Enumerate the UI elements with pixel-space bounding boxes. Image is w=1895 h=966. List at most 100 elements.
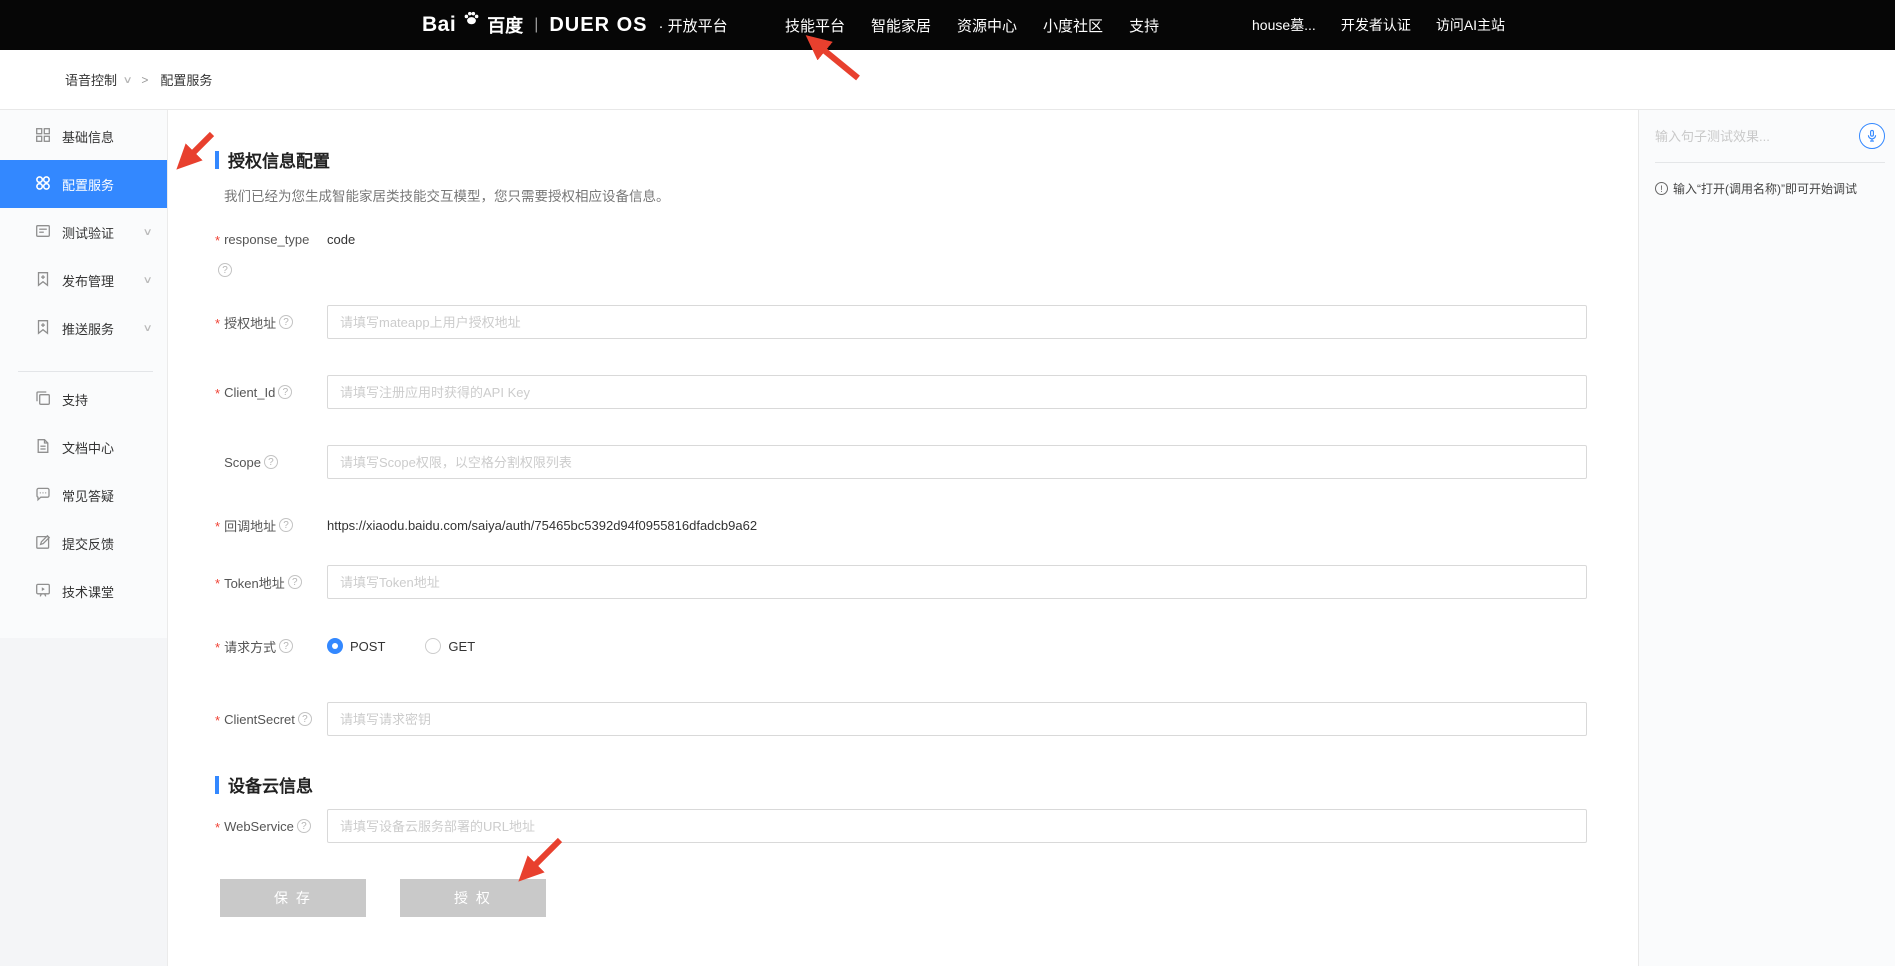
test-panel-divider bbox=[1655, 162, 1885, 163]
field-label: 回调地址 bbox=[224, 516, 276, 535]
token-url-input[interactable] bbox=[327, 565, 1587, 599]
sidebar-link-support[interactable]: 支持 bbox=[0, 375, 167, 423]
webservice-input[interactable] bbox=[327, 809, 1587, 843]
section-description: 我们已经为您生成智能家居类技能交互模型，您只需要授权相应设备信息。 bbox=[224, 185, 1638, 203]
help-icon[interactable]: ? bbox=[218, 263, 232, 277]
document-icon bbox=[35, 438, 51, 457]
sidebar-item-publish-manage[interactable]: 发布管理 ∨ bbox=[0, 256, 167, 304]
sidebar-link-label: 提交反馈 bbox=[62, 534, 114, 553]
breadcrumb-current: 配置服务 bbox=[160, 70, 212, 89]
baidu-dueros-logo[interactable]: Bai 百度 | DUER OS · 开放平台 bbox=[422, 0, 728, 50]
section-device-cloud: 设备云信息 bbox=[215, 772, 1638, 797]
form-row-webservice: * WebService ? bbox=[215, 809, 1638, 843]
sidebar-item-label: 测试验证 bbox=[62, 223, 114, 242]
document-card-icon bbox=[35, 223, 51, 242]
test-panel: ! 输入“打开(调用名称)”即可开始调试 bbox=[1638, 110, 1895, 966]
help-icon[interactable]: ? bbox=[279, 315, 293, 329]
sidebar-item-test-verify[interactable]: 测试验证 ∨ bbox=[0, 208, 167, 256]
scope-input[interactable] bbox=[327, 445, 1587, 479]
required-asterisk: * bbox=[215, 233, 220, 248]
test-hint-text: 输入“打开(调用名称)”即可开始调试 bbox=[1673, 181, 1857, 197]
help-icon[interactable]: ? bbox=[297, 819, 311, 833]
sidebar-link-label: 常见答疑 bbox=[62, 486, 114, 505]
edit-square-icon bbox=[35, 534, 51, 553]
nav-item-xiaodu-community[interactable]: 小度社区 bbox=[1043, 15, 1103, 36]
chat-bubble-icon bbox=[35, 486, 51, 505]
required-asterisk: * bbox=[215, 576, 220, 591]
section-accent-bar bbox=[215, 776, 219, 794]
main-content: 授权信息配置 我们已经为您生成智能家居类技能交互模型，您只需要授权相应设备信息。… bbox=[168, 110, 1638, 966]
sidebar-item-label: 基础信息 bbox=[62, 127, 114, 146]
help-icon[interactable]: ? bbox=[264, 455, 278, 469]
form-row-client-secret: * ClientSecret ? bbox=[215, 702, 1638, 736]
help-icon[interactable]: ? bbox=[279, 639, 293, 653]
developer-cert-link[interactable]: 开发者认证 bbox=[1341, 15, 1411, 35]
sidebar-link-feedback[interactable]: 提交反馈 bbox=[0, 519, 167, 567]
client-id-input[interactable] bbox=[327, 375, 1587, 409]
top-nav-bar: Bai 百度 | DUER OS · 开放平台 技能平台 智能家居 资源中心 小… bbox=[0, 0, 1895, 50]
sidebar-link-tech-class[interactable]: 技术课堂 bbox=[0, 567, 167, 615]
radio-get[interactable]: GET bbox=[425, 638, 475, 654]
authorize-button[interactable]: 授 权 bbox=[400, 879, 546, 917]
chevron-down-icon[interactable]: ∨ bbox=[123, 75, 133, 86]
help-icon[interactable]: ? bbox=[298, 712, 312, 726]
sidebar-item-push-service[interactable]: 推送服务 ∨ bbox=[0, 304, 167, 352]
nav-item-resource-center[interactable]: 资源中心 bbox=[957, 15, 1017, 36]
nav-item-smart-home[interactable]: 智能家居 bbox=[871, 15, 931, 36]
info-icon: ! bbox=[1655, 182, 1668, 195]
required-asterisk: * bbox=[215, 519, 220, 534]
logo-text-bai: Bai bbox=[422, 13, 456, 37]
breadcrumb: 语音控制 ∨ > 配置服务 bbox=[0, 50, 1895, 110]
sidebar-link-label: 技术课堂 bbox=[62, 582, 114, 601]
form-row-auth-url: * 授权地址 ? bbox=[215, 305, 1638, 339]
form-row-callback-url: * 回调地址 ? https://xiaodu.baidu.com/saiya/… bbox=[215, 515, 1638, 535]
copy-pages-icon bbox=[35, 390, 51, 409]
top-nav-user-area: house墓... 开发者认证 访问AI主站 bbox=[1252, 0, 1505, 50]
radio-label: GET bbox=[448, 639, 475, 654]
form-row-scope: * Scope ? bbox=[215, 445, 1638, 479]
breadcrumb-parent[interactable]: 语音控制 bbox=[65, 70, 117, 89]
page: Bai 百度 | DUER OS · 开放平台 技能平台 智能家居 资源中心 小… bbox=[0, 0, 1895, 966]
ai-site-link[interactable]: 访问AI主站 bbox=[1436, 15, 1505, 35]
help-icon[interactable]: ? bbox=[279, 518, 293, 532]
help-icon[interactable]: ? bbox=[278, 385, 292, 399]
radio-label: POST bbox=[350, 639, 385, 654]
sidebar-link-faq[interactable]: 常见答疑 bbox=[0, 471, 167, 519]
sidebar-link-label: 文档中心 bbox=[62, 438, 114, 457]
breadcrumb-separator-icon: > bbox=[141, 73, 148, 87]
sidebar: 基础信息 配置服务 测试验证 ∨ 发布管理 ∨ 推送服务 ∨ bbox=[0, 110, 168, 966]
chevron-down-icon: ∨ bbox=[142, 323, 152, 334]
client-secret-input[interactable] bbox=[327, 702, 1587, 736]
test-sentence-input[interactable] bbox=[1655, 129, 1851, 144]
nav-item-skill-platform[interactable]: 技能平台 bbox=[785, 15, 845, 36]
four-dots-icon bbox=[35, 175, 51, 194]
sidebar-link-doc-center[interactable]: 文档中心 bbox=[0, 423, 167, 471]
save-button[interactable]: 保 存 bbox=[220, 879, 366, 917]
logo-text-baidu-cn: 百度 bbox=[487, 12, 523, 38]
field-label: 授权地址 bbox=[224, 313, 276, 332]
sidebar-item-basic-info[interactable]: 基础信息 bbox=[0, 112, 167, 160]
form-row-token-url: * Token地址 ? bbox=[215, 565, 1638, 599]
logo-divider: | bbox=[534, 16, 538, 34]
top-nav-menu: 技能平台 智能家居 资源中心 小度社区 支持 bbox=[785, 0, 1159, 50]
baidu-paw-icon bbox=[463, 9, 480, 31]
radio-post[interactable]: POST bbox=[327, 638, 385, 654]
field-label: Token地址 bbox=[224, 573, 285, 592]
logo-text-dueros: DUER OS bbox=[549, 14, 647, 37]
microphone-button[interactable] bbox=[1859, 123, 1885, 149]
sidebar-item-config-service[interactable]: 配置服务 bbox=[0, 160, 167, 208]
nav-item-support[interactable]: 支持 bbox=[1129, 15, 1159, 36]
help-icon[interactable]: ? bbox=[288, 575, 302, 589]
logo-text-platform: · 开放平台 bbox=[658, 15, 727, 36]
sidebar-divider bbox=[18, 371, 153, 372]
bookmark-plus-icon bbox=[35, 271, 51, 290]
field-label: Client_Id bbox=[224, 385, 275, 400]
auth-url-input[interactable] bbox=[327, 305, 1587, 339]
section-auth-config: 授权信息配置 bbox=[215, 147, 1638, 172]
form-row-client-id: * Client_Id ? bbox=[215, 375, 1638, 409]
section-title: 设备云信息 bbox=[228, 772, 313, 797]
radio-selected-icon bbox=[327, 638, 343, 654]
field-label: Scope bbox=[224, 455, 261, 470]
user-menu[interactable]: house墓... bbox=[1252, 15, 1316, 35]
response-type-value: code bbox=[327, 232, 355, 247]
